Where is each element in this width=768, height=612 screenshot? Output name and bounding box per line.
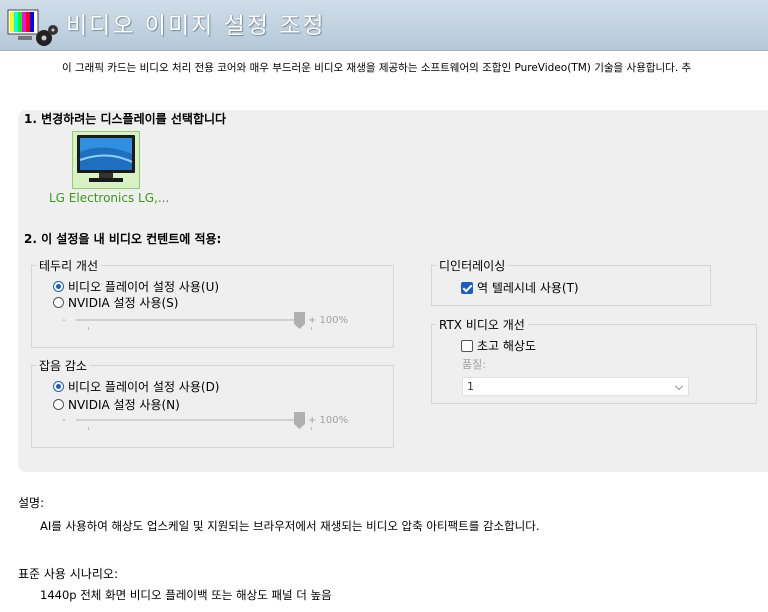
rtx-video-legend: RTX 비디오 개선	[436, 316, 528, 333]
edge-nvidia-label: NVIDIA 설정 사용(S)	[68, 296, 179, 310]
deinterlacing-legend: 디인터레이싱	[436, 257, 509, 274]
quality-select-value: 1	[467, 380, 474, 393]
edge-nvidia-radio[interactable]	[53, 297, 64, 308]
scenario-label: 표준 사용 시나리오:	[18, 567, 118, 581]
quality-label: 품질:	[462, 358, 486, 371]
step1-title: 1. 변경하려는 디스플레이를 선택합니다	[24, 112, 227, 126]
scenario-text: 1440p 전체 화면 비디오 플레이백 또는 해상도 패널 더 높음	[40, 588, 332, 602]
edge-player-radio[interactable]	[53, 281, 64, 292]
super-resolution-option[interactable]: 초고 해상도	[461, 337, 536, 354]
noise-player-label: 비디오 플레이어 설정 사용(D)	[68, 380, 220, 394]
edge-slider-minus: -	[62, 314, 66, 326]
noise-reduction-legend: 잡음 감소	[36, 357, 90, 374]
edge-slider[interactable]: - + 100%	[62, 312, 349, 330]
intro-text: 이 그래픽 카드는 비디오 처리 전용 코어와 매우 부드러운 비디오 재생을 …	[62, 62, 692, 74]
description-text: AI를 사용하여 해상도 업스케일 및 지원되는 브라우저에서 재생되는 비디오…	[40, 519, 540, 533]
noise-slider[interactable]: - + 100%	[62, 412, 349, 430]
noise-nvidia-radio[interactable]	[53, 399, 64, 410]
inverse-telecine-label: 역 텔레시네 사용(T)	[477, 281, 579, 295]
monitor-icon	[77, 135, 135, 182]
description-label: 설명:	[18, 496, 45, 510]
inverse-telecine-checkbox[interactable]	[461, 281, 473, 294]
super-resolution-label: 초고 해상도	[477, 339, 537, 353]
edge-enhancement-legend: 테두리 개선	[36, 257, 102, 274]
chevron-down-icon	[674, 381, 684, 391]
noise-slider-minus: -	[62, 414, 66, 426]
edge-option-nvidia[interactable]: NVIDIA 설정 사용(S)	[53, 294, 178, 311]
noise-player-radio[interactable]	[53, 381, 64, 392]
edge-player-label: 비디오 플레이어 설정 사용(U)	[68, 280, 220, 294]
display-tile[interactable]	[72, 131, 140, 189]
page-header: 비디오 이미지 설정 조정	[0, 0, 768, 51]
video-settings-icon	[7, 9, 58, 46]
noise-nvidia-label: NVIDIA 설정 사용(N)	[68, 398, 180, 412]
edge-option-player[interactable]: 비디오 플레이어 설정 사용(U)	[53, 278, 219, 295]
edge-slider-value: + 100%	[308, 314, 349, 326]
step2-title: 2. 이 설정을 내 비디오 컨텐트에 적용:	[24, 232, 222, 246]
quality-select[interactable]: 1	[462, 377, 689, 396]
display-label[interactable]: LG Electronics LG,...	[49, 191, 169, 205]
noise-slider-track[interactable]	[76, 412, 312, 430]
noise-option-player[interactable]: 비디오 플레이어 설정 사용(D)	[53, 378, 220, 395]
edge-slider-track[interactable]	[76, 312, 312, 330]
noise-slider-value: + 100%	[308, 414, 349, 426]
inverse-telecine-option[interactable]: 역 텔레시네 사용(T)	[461, 279, 579, 296]
super-resolution-checkbox[interactable]	[461, 339, 473, 352]
page-title: 비디오 이미지 설정 조정	[66, 13, 326, 39]
noise-option-nvidia[interactable]: NVIDIA 설정 사용(N)	[53, 396, 180, 413]
